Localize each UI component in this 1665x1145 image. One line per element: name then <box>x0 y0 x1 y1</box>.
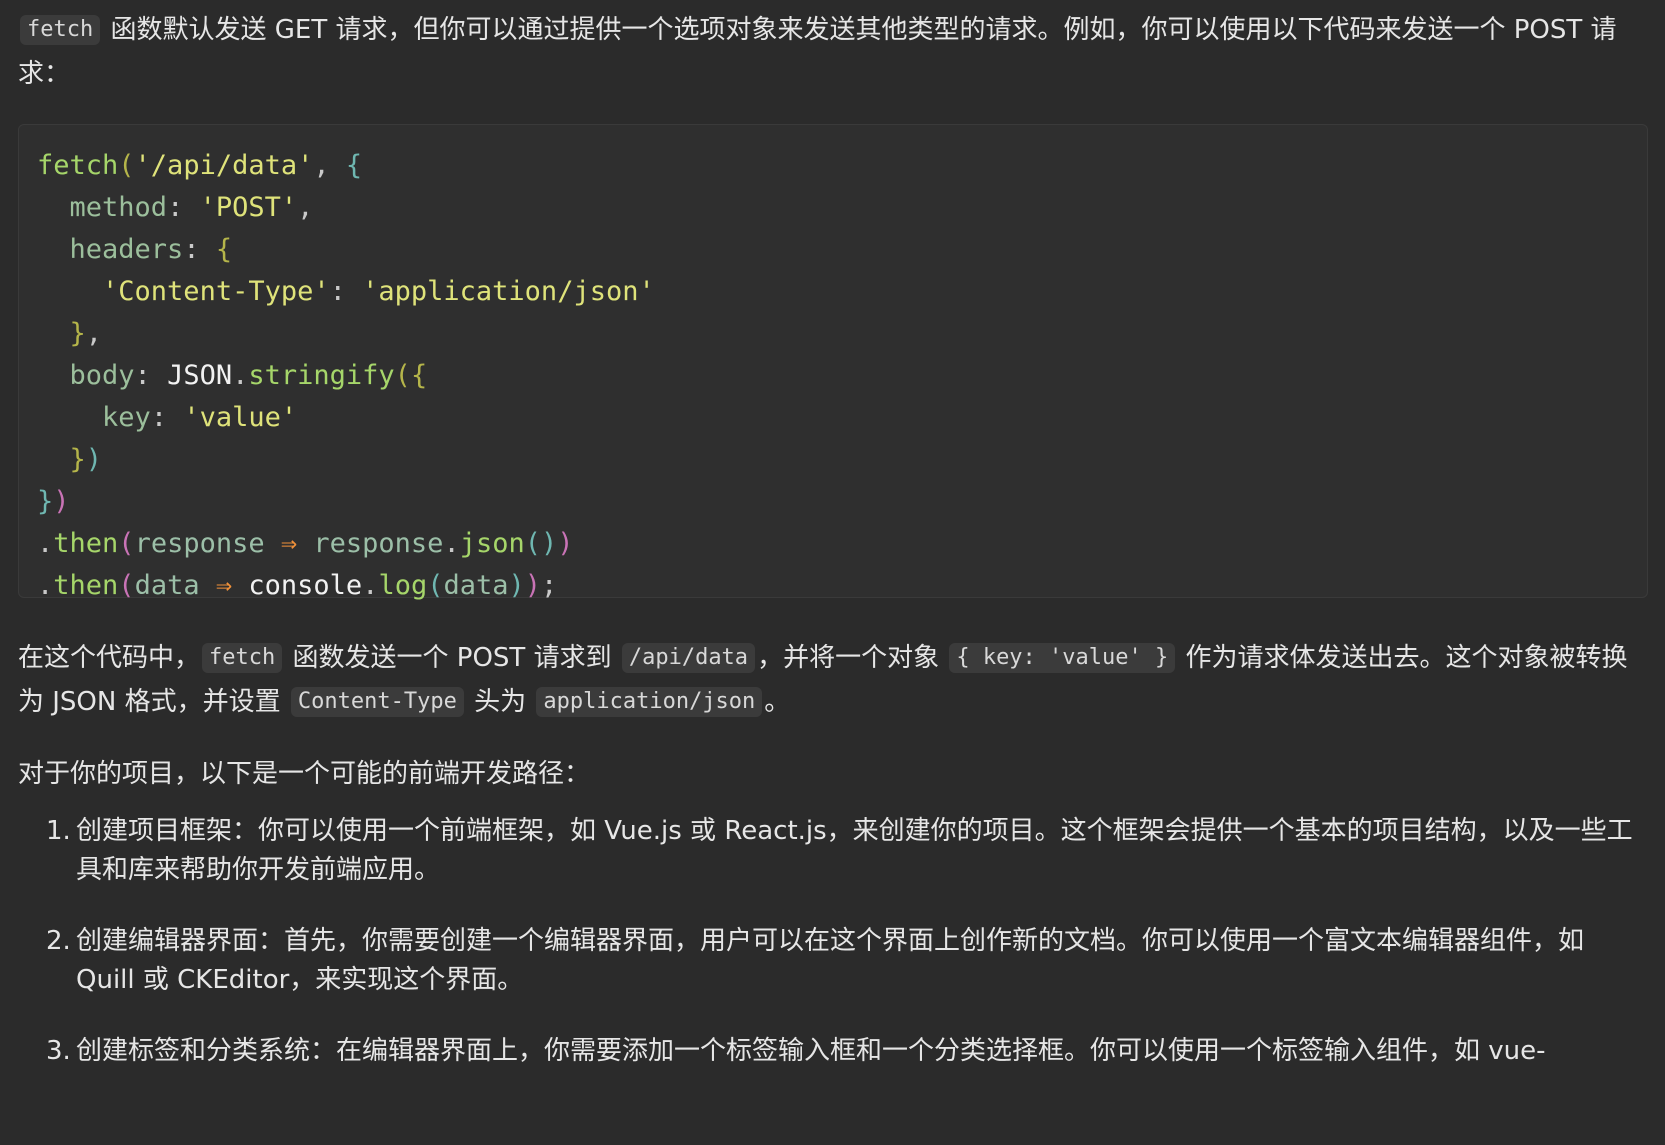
code-token: ( <box>394 360 411 391</box>
code-block[interactable]: fetch('/api/data', { method: 'POST', hea… <box>18 124 1648 601</box>
code-line-1: fetch('/api/data', { <box>37 145 1647 187</box>
code-token: ) <box>508 570 525 601</box>
code-token: , <box>85 318 103 349</box>
code-token: . <box>232 360 249 391</box>
path-intro: 对于你的项目，以下是一个可能的前端开发路径： <box>18 759 591 789</box>
explanation-text: 函数发送一个 POST 请求到 <box>284 643 620 673</box>
code-token: json <box>459 528 525 559</box>
code-token: , <box>297 192 314 223</box>
code-token: ( <box>118 528 135 559</box>
code-token: } <box>69 444 86 475</box>
code-line-4: 'Content-Type': 'application/json' <box>37 271 1647 313</box>
code-token: 'Content-Type' <box>102 276 330 307</box>
code-line-11: .then(data ⇒ console.log(data)); <box>37 565 1647 607</box>
inline-code-mime: application/json <box>536 687 763 717</box>
code-token: ) <box>524 570 542 601</box>
explanation-paragraph: 在这个代码中， fetch 函数发送一个 POST 请求到 /api/data ，并… <box>18 636 1648 724</box>
code-token: key <box>102 402 151 433</box>
code-token: ( <box>118 570 135 601</box>
inline-code-fetch: fetch <box>202 643 283 673</box>
code-token: method <box>69 192 168 223</box>
code-token: ; <box>541 570 558 601</box>
explanation-text: 头为 <box>465 687 535 717</box>
code-token: ( <box>427 570 444 601</box>
code-token: { <box>410 360 428 391</box>
code-token: ( <box>118 150 135 181</box>
chat-message: fetch 函数默认发送 GET 请求，但你可以通过提供一个选项对象来发送其他类… <box>18 8 1648 1103</box>
inline-code-fetch: fetch <box>20 15 101 45</box>
code-token: ) <box>557 528 574 559</box>
code-token: then <box>53 528 119 559</box>
code-token: 'POST' <box>199 192 298 223</box>
code-token: : <box>167 192 200 223</box>
code-token: stringify <box>248 360 395 391</box>
code-token: '/api/data' <box>134 150 314 181</box>
code-line-7: key: 'value' <box>37 397 1647 439</box>
code-token: : <box>183 234 216 265</box>
code-token: . <box>37 570 54 601</box>
code-token: JSON <box>167 360 233 391</box>
code-line-10: .then(response ⇒ response.json()) <box>37 523 1647 565</box>
code-token: . <box>37 528 54 559</box>
code-token: ) <box>85 444 103 475</box>
code-token: } <box>69 318 86 349</box>
code-token: fetch <box>37 150 119 181</box>
code-line-9: }) <box>37 481 1647 523</box>
intro-text: 函数默认发送 GET 请求，但你可以通过提供一个选项对象来发送其他类型的请求。例… <box>18 15 1617 89</box>
code-token: then <box>53 570 119 601</box>
code-token: : <box>329 276 363 307</box>
code-token: ) <box>53 486 70 517</box>
inline-code-object: { key: 'value' } <box>949 643 1176 673</box>
code-token: ⇒ <box>199 570 249 601</box>
code-token: log <box>378 570 428 601</box>
code-token: 'value' <box>183 402 298 433</box>
code-token: body <box>69 360 135 391</box>
list-number: 1. <box>46 816 71 846</box>
code-token: data <box>443 570 509 601</box>
code-token: } <box>37 486 54 517</box>
code-token: response <box>134 528 265 559</box>
code-token: . <box>362 570 379 601</box>
list-item-text: 创建编辑器界面：首先，你需要创建一个编辑器界面，用户可以在这个界面上创作新的文档… <box>76 926 1585 995</box>
code-token: . <box>443 528 460 559</box>
code-token: () <box>524 528 558 559</box>
code-token: console <box>248 570 363 601</box>
inline-code-header: Content-Type <box>290 687 464 717</box>
explanation-text: 。 <box>764 687 791 717</box>
code-token: ⇒ <box>264 528 314 559</box>
code-token: data <box>134 570 200 601</box>
list-item-text: 创建项目框架：你可以使用一个前端框架，如 Vue.js 或 React.js，来… <box>76 816 1633 885</box>
list-item: 2. 创建编辑器界面：首先，你需要创建一个编辑器界面，用户可以在这个界面上创作新的… <box>18 922 1636 1000</box>
intro-paragraph: fetch 函数默认发送 GET 请求，但你可以通过提供一个选项对象来发送其他类… <box>18 8 1648 96</box>
list-item: 3. 创建标签和分类系统：在编辑器界面上，你需要添加一个标签输入框和一个分类选择框… <box>18 1032 1636 1071</box>
code-token: , <box>313 150 346 181</box>
code-line-2: method: 'POST', <box>37 187 1647 229</box>
code-token: { <box>345 150 363 181</box>
code-token: : <box>134 360 168 391</box>
inline-code-url: /api/data <box>621 643 756 673</box>
code-line-5: }, <box>37 313 1647 355</box>
list-item: 1. 创建项目框架：你可以使用一个前端框架，如 Vue.js 或 React.js… <box>18 812 1636 890</box>
code-token: headers <box>69 234 184 265</box>
list-item-text: 创建标签和分类系统：在编辑器界面上，你需要添加一个标签输入框和一个分类选择框。你… <box>76 1036 1546 1066</box>
code-token: : <box>150 402 184 433</box>
code-token: { <box>215 234 233 265</box>
code-line-3: headers: { <box>37 229 1647 271</box>
explanation-text: 在这个代码中， <box>18 643 201 673</box>
code-token: response <box>313 528 444 559</box>
code-line-8: }) <box>37 439 1647 481</box>
code-token: 'application/json' <box>362 276 655 307</box>
code-line-6: body: JSON.stringify({ <box>37 355 1647 397</box>
list-number: 3. <box>46 1036 71 1066</box>
steps-list: 1. 创建项目框架：你可以使用一个前端框架，如 Vue.js 或 React.js… <box>18 812 1648 1071</box>
explanation-text: ，并将一个对象 <box>757 643 948 673</box>
list-number: 2. <box>46 926 71 956</box>
